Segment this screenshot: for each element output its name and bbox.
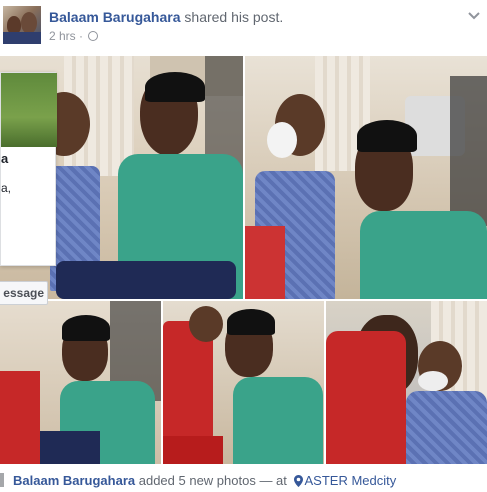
photo-2[interactable] [245, 56, 487, 299]
page-preview-image [1, 73, 57, 147]
avatar[interactable] [3, 6, 41, 44]
page-preview-subtitle: a, [1, 181, 12, 195]
photo-icon [0, 473, 4, 487]
footer-action-text: added 5 new photos — at [135, 473, 291, 488]
photo-4[interactable] [163, 301, 324, 464]
post-action-text: shared his post. [180, 9, 284, 25]
post-header: Balaam Barugahara shared his post. 2 hrs… [0, 0, 487, 50]
chevron-down-icon[interactable] [467, 8, 481, 22]
location-pin-icon [293, 475, 303, 487]
message-button[interactable]: essage [0, 281, 48, 305]
post-footer: Balaam Barugahara added 5 new photos — a… [0, 469, 487, 492]
page-preview-title: a [1, 151, 9, 166]
photo-5[interactable] [326, 301, 487, 464]
photo-3[interactable] [0, 301, 161, 464]
post-headline: Balaam Barugahara shared his post. [49, 9, 283, 25]
page-preview-card[interactable]: a a, [0, 72, 57, 266]
location-link[interactable]: ASTER Medcity [305, 473, 397, 488]
photo-grid [0, 56, 487, 464]
author-link[interactable]: Balaam Barugahara [49, 9, 181, 25]
footer-author-link[interactable]: Balaam Barugahara [13, 473, 135, 488]
globe-icon[interactable] [88, 31, 99, 41]
post-timestamp[interactable]: 2 hrs [49, 29, 76, 43]
post-meta: 2 hrs · [49, 29, 99, 43]
footer-text: Balaam Barugahara added 5 new photos — a… [13, 473, 396, 488]
